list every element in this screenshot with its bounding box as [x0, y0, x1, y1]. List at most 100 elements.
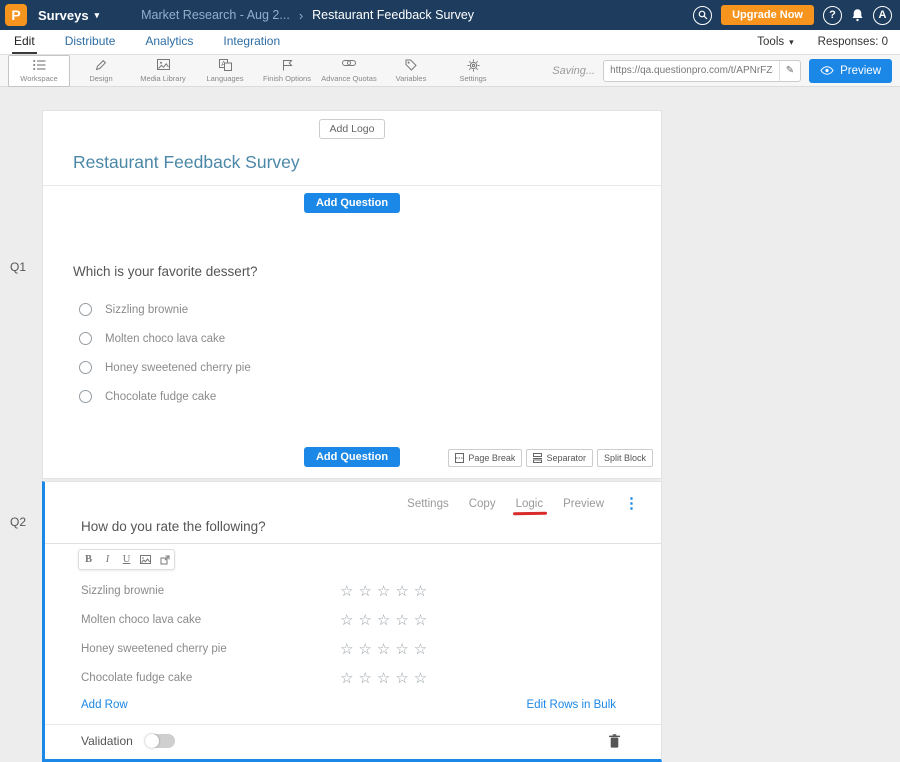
toolbar-item-label: Variables — [380, 74, 442, 83]
toggle-knob — [145, 734, 159, 748]
question-number-q2: Q2 — [10, 515, 26, 529]
bold-button[interactable]: B — [79, 550, 98, 569]
q2-question-field: How do you rate the following? — [45, 519, 661, 544]
survey-url-box: ✎ — [603, 60, 801, 82]
radio-button-icon[interactable] — [79, 332, 92, 345]
edit-rows-in-bulk-link[interactable]: Edit Rows in Bulk — [527, 699, 616, 711]
image-icon — [140, 555, 151, 564]
star-rating-icons[interactable]: ☆☆☆☆☆ — [340, 669, 432, 687]
chevron-down-icon: ▾ — [789, 38, 794, 47]
toolbar-item-workspace[interactable]: Workspace — [8, 55, 70, 87]
more-options-ellipsis-icon[interactable]: ⋮ — [624, 496, 639, 511]
q1-option-row: Sizzling brownie — [79, 303, 661, 316]
rating-row: Honey sweetened cherry pie ☆☆☆☆☆ — [81, 634, 661, 663]
q1-option-label[interactable]: Sizzling brownie — [105, 304, 188, 316]
separator-button[interactable]: Separator — [526, 449, 593, 467]
q1-option-label[interactable]: Molten choco lava cake — [105, 333, 225, 345]
add-question-row-top: Add Question — [43, 186, 661, 220]
upgrade-now-button[interactable]: Upgrade Now — [721, 5, 814, 25]
toolbar-item-label: Finish Options — [256, 74, 318, 83]
delete-question-trash-icon[interactable] — [608, 734, 621, 748]
tab-analytics[interactable]: Analytics — [143, 30, 195, 54]
q2-menu-copy[interactable]: Copy — [469, 498, 496, 510]
survey-title[interactable]: Restaurant Feedback Survey — [73, 152, 661, 173]
add-logo-button[interactable]: Add Logo — [319, 119, 386, 139]
help-icon[interactable]: ? — [823, 6, 842, 25]
q2-question-text[interactable]: How do you rate the following? — [81, 519, 661, 534]
pencil-icon — [70, 59, 132, 72]
add-question-button[interactable]: Add Question — [304, 193, 400, 213]
toolbar-item-design[interactable]: Design — [70, 56, 132, 86]
tools-menu[interactable]: Tools ▾ — [757, 36, 793, 48]
toolbar-item-media-library[interactable]: Media Library — [132, 56, 194, 86]
tab-distribute[interactable]: Distribute — [63, 30, 118, 54]
rating-row: Chocolate fudge cake ☆☆☆☆☆ — [81, 663, 661, 692]
separator-icon — [533, 453, 542, 463]
tools-label: Tools — [757, 36, 784, 48]
add-logo-row: Add Logo — [43, 111, 661, 139]
toolbar-item-variables[interactable]: Variables — [380, 56, 442, 86]
radio-button-icon[interactable] — [79, 390, 92, 403]
toolbar-item-advance-quotas[interactable]: Advance Quotas — [318, 56, 380, 86]
chevron-down-icon: ▾ — [95, 11, 100, 20]
notifications-bell-icon[interactable] — [851, 8, 864, 22]
chain-link-icon — [318, 59, 380, 72]
search-icon[interactable] — [693, 6, 712, 25]
image-icon — [132, 59, 194, 72]
add-row-link[interactable]: Add Row — [81, 699, 128, 711]
italic-button[interactable]: I — [98, 550, 117, 569]
validation-toggle[interactable] — [145, 734, 175, 748]
q2-links-row: Add Row Edit Rows in Bulk — [81, 699, 616, 711]
toolbar-item-label: Settings — [442, 74, 504, 83]
split-block-button[interactable]: Split Block — [597, 449, 653, 467]
q2-menu-logic[interactable]: Logic — [516, 498, 544, 510]
rating-row-label[interactable]: Chocolate fudge cake — [81, 672, 340, 684]
block-actions: Page Break Separator Split Block — [448, 449, 653, 467]
q1-option-row: Honey sweetened cherry pie — [79, 361, 661, 374]
eye-icon — [820, 66, 834, 75]
q1-question-text[interactable]: Which is your favorite dessert? — [73, 264, 661, 279]
toolbar-item-label: Media Library — [132, 74, 194, 83]
navtabs-right: Tools ▾ Responses: 0 — [757, 30, 888, 54]
breadcrumb-folder[interactable]: Market Research - Aug 2... — [141, 8, 290, 22]
edit-url-pencil-icon[interactable]: ✎ — [779, 61, 800, 81]
star-rating-icons[interactable]: ☆☆☆☆☆ — [340, 582, 432, 600]
add-question-button[interactable]: Add Question — [304, 447, 400, 467]
toolbar-item-languages[interactable]: A Languages — [194, 56, 256, 86]
underline-button[interactable]: U — [117, 550, 136, 569]
etoolbar-right: Saving... ✎ Preview — [552, 59, 892, 83]
rating-row-label[interactable]: Honey sweetened cherry pie — [81, 643, 340, 655]
split-block-label: Split Block — [604, 453, 646, 463]
star-rating-icons[interactable]: ☆☆☆☆☆ — [340, 640, 432, 658]
insert-image-button[interactable] — [136, 550, 155, 569]
rating-row-label[interactable]: Molten choco lava cake — [81, 614, 340, 626]
q2-menu-settings[interactable]: Settings — [407, 498, 449, 510]
preview-button[interactable]: Preview — [809, 59, 892, 83]
insert-link-button[interactable] — [155, 550, 174, 569]
toolbar-item-label: Design — [70, 74, 132, 83]
validation-label: Validation — [81, 734, 133, 748]
user-avatar[interactable]: A — [873, 6, 892, 25]
separator-label: Separator — [546, 453, 586, 463]
surveys-menu[interactable]: Surveys ▾ — [38, 8, 99, 23]
question-card-q2: Settings Copy Logic Preview ⋮ How do you… — [42, 481, 662, 762]
tab-edit[interactable]: Edit — [12, 30, 37, 54]
q2-footer: Validation — [81, 725, 621, 759]
responses-count[interactable]: Responses: 0 — [818, 36, 888, 48]
toolbar-item-label: Advance Quotas — [318, 74, 380, 83]
survey-url-input[interactable] — [604, 65, 779, 76]
star-rating-icons[interactable]: ☆☆☆☆☆ — [340, 611, 432, 629]
toolbar-item-finish-options[interactable]: Finish Options — [256, 56, 318, 86]
q1-option-label[interactable]: Chocolate fudge cake — [105, 391, 216, 403]
radio-button-icon[interactable] — [79, 361, 92, 374]
tab-integration[interactable]: Integration — [221, 30, 282, 54]
q1-option-label[interactable]: Honey sweetened cherry pie — [105, 362, 251, 374]
q2-menu-preview[interactable]: Preview — [563, 498, 604, 510]
q1-option-row: Molten choco lava cake — [79, 332, 661, 345]
breadcrumb-separator-icon: › — [299, 8, 303, 23]
page-break-button[interactable]: Page Break — [448, 449, 522, 467]
rating-row-label[interactable]: Sizzling brownie — [81, 585, 340, 597]
toolbar-item-settings[interactable]: Settings — [442, 56, 504, 86]
questionpro-logo[interactable]: P — [5, 4, 27, 26]
radio-button-icon[interactable] — [79, 303, 92, 316]
